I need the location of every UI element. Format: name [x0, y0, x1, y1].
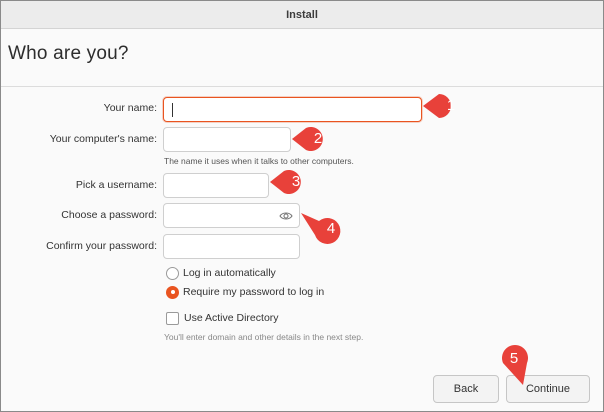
password-label: Choose a password: [61, 209, 157, 221]
active-directory-option[interactable]: Use Active Directory [166, 310, 279, 326]
eye-icon[interactable] [279, 210, 293, 222]
username-input[interactable] [163, 173, 269, 198]
your-name-label: Your name: [103, 102, 157, 114]
active-directory-label: Use Active Directory [184, 312, 279, 324]
login-automatically-radio[interactable] [166, 266, 179, 280]
back-button[interactable]: Back [433, 375, 499, 403]
callout-marker-3: 3 [270, 166, 314, 198]
page-title: Who are you? [8, 43, 129, 64]
require-password-radio[interactable] [166, 285, 179, 299]
callout-marker-2: 2 [292, 123, 336, 155]
header-divider [1, 86, 603, 87]
login-automatically-label: Log in automatically [183, 267, 276, 279]
username-label: Pick a username: [75, 179, 157, 191]
confirm-password-label: Confirm your password: [46, 240, 157, 252]
computer-name-label: Your computer's name: [49, 133, 157, 145]
computer-name-hint: The name it uses when it talks to other … [164, 156, 354, 166]
active-directory-hint: You'll enter domain and other details in… [164, 332, 364, 342]
login-automatically-option[interactable]: Log in automatically [166, 265, 276, 281]
callout-marker-4: 4 [301, 211, 351, 244]
text-caret [172, 103, 173, 117]
installer-window: Install Who are you? Your name: Your com… [0, 0, 604, 412]
callout-marker-5: 5 [497, 341, 531, 385]
require-password-label: Require my password to log in [183, 286, 325, 298]
window-title: Install [1, 1, 603, 29]
confirm-password-input[interactable] [163, 234, 300, 259]
callout-marker-1: 1 [423, 90, 467, 122]
password-input[interactable] [163, 203, 300, 228]
active-directory-checkbox[interactable] [166, 311, 179, 325]
your-name-input[interactable] [163, 97, 422, 122]
require-password-option[interactable]: Require my password to log in [166, 284, 324, 300]
computer-name-input[interactable] [163, 127, 291, 152]
